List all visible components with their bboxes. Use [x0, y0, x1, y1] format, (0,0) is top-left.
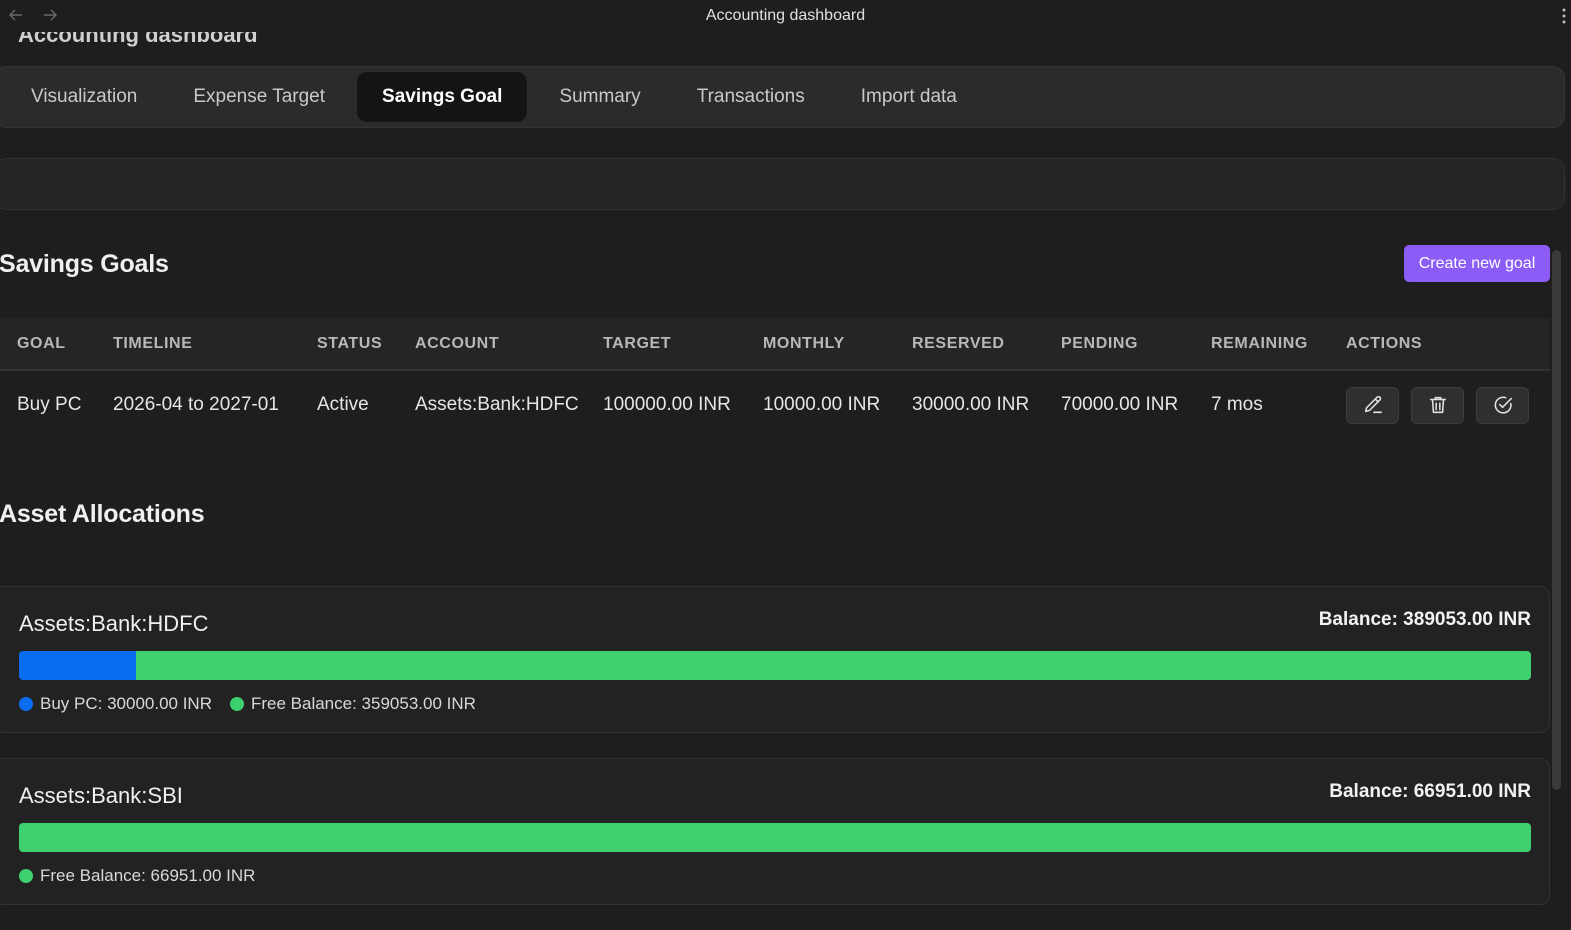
cell-actions	[1346, 371, 1529, 439]
create-new-goal-button[interactable]: Create new goal	[1404, 245, 1550, 282]
cell-goal: Buy PC	[17, 394, 82, 415]
table-header: GOAL TIMELINE STATUS ACCOUNT TARGET MONT…	[0, 318, 1550, 371]
column-header-remaining: REMAINING	[1211, 334, 1308, 352]
column-header-target: TARGET	[603, 334, 672, 352]
cell-account: Assets:Bank:HDFC	[415, 394, 579, 415]
savings-goals-table: GOAL TIMELINE STATUS ACCOUNT TARGET MONT…	[0, 318, 1550, 439]
tab-visualization[interactable]: Visualization	[7, 72, 161, 122]
edit-goal-button[interactable]	[1346, 386, 1399, 424]
column-header-account: ACCOUNT	[415, 334, 500, 352]
cell-timeline: 2026-04 to 2027-01	[113, 394, 279, 415]
allocation-segment	[19, 651, 136, 680]
legend-label: Free Balance: 66951.00 INR	[40, 866, 256, 885]
column-header-status: STATUS	[317, 334, 383, 352]
app-window: Accounting dashboard Accounting dashboar…	[0, 0, 1571, 930]
title-bar: Accounting dashboard	[0, 0, 1571, 32]
legend-dot	[229, 697, 244, 711]
legend-dot	[19, 869, 33, 883]
scrollbar[interactable]	[1552, 250, 1561, 790]
check-circle-icon	[1494, 396, 1512, 414]
allocation-card-sbi: Assets:Bank:SBI Balance: 66951.00 INR Fr…	[0, 758, 1550, 905]
allocation-legend: Free Balance: 66951.00 INR	[19, 866, 255, 886]
pencil-icon	[1364, 395, 1382, 414]
more-options-icon[interactable]	[1559, 6, 1569, 26]
allocation-segment	[19, 823, 1531, 852]
column-header-pending: PENDING	[1061, 334, 1139, 352]
tab-expense-target[interactable]: Expense Target	[169, 72, 349, 122]
cell-remaining: 7 mos	[1211, 394, 1263, 415]
legend-label: Free Balance: 359053.00 INR	[250, 694, 476, 713]
asset-allocations-title: Asset Allocations	[0, 500, 205, 528]
account-balance: Balance: 389053.00 INR	[1318, 609, 1531, 630]
column-header-actions: ACTIONS	[1346, 334, 1423, 352]
legend-item-free-balance: Free Balance: 359053.00 INR	[229, 694, 476, 714]
allocation-segment	[135, 651, 1531, 680]
allocation-bar	[19, 823, 1531, 852]
tab-transactions[interactable]: Transactions	[673, 72, 829, 122]
tab-import-data[interactable]: Import data	[837, 72, 981, 122]
cell-pending: 70000.00 INR	[1061, 394, 1179, 415]
cell-status: Active	[317, 394, 369, 415]
table-row: Buy PC 2026-04 to 2027-01 Active Assets:…	[0, 371, 1550, 439]
account-name: Assets:Bank:SBI	[19, 783, 183, 808]
cell-monthly: 10000.00 INR	[763, 394, 881, 415]
delete-goal-button[interactable]	[1411, 386, 1464, 424]
column-header-timeline: TIMELINE	[113, 334, 193, 352]
complete-goal-button[interactable]	[1476, 386, 1529, 424]
account-name: Assets:Bank:HDFC	[19, 611, 209, 636]
tab-summary[interactable]: Summary	[535, 72, 664, 122]
allocation-legend: Buy PC: 30000.00 INR Free Balance: 35905…	[19, 694, 476, 714]
account-balance: Balance: 66951.00 INR	[1329, 781, 1531, 802]
legend-dot	[19, 697, 33, 711]
allocation-card-hdfc: Assets:Bank:HDFC Balance: 389053.00 INR …	[0, 586, 1550, 733]
column-header-reserved: RESERVED	[912, 334, 1005, 352]
trash-icon	[1429, 396, 1446, 414]
legend-label: Buy PC: 30000.00 INR	[40, 694, 212, 713]
savings-goals-title: Savings Goals	[0, 250, 169, 278]
legend-item-free-balance: Free Balance: 66951.00 INR	[19, 866, 255, 886]
cell-reserved: 30000.00 INR	[912, 394, 1030, 415]
legend-item-buy-pc: Buy PC: 30000.00 INR	[19, 694, 212, 714]
filter-panel	[0, 158, 1565, 210]
cell-target: 100000.00 INR	[603, 394, 731, 415]
tab-savings-goal[interactable]: Savings Goal	[357, 72, 528, 122]
window-title: Accounting dashboard	[705, 7, 866, 24]
tab-bar: Visualization Expense Target Savings Goa…	[0, 66, 1565, 128]
allocation-bar	[19, 651, 1531, 680]
column-header-monthly: MONTHLY	[763, 334, 845, 352]
column-header-goal: GOAL	[17, 334, 66, 352]
